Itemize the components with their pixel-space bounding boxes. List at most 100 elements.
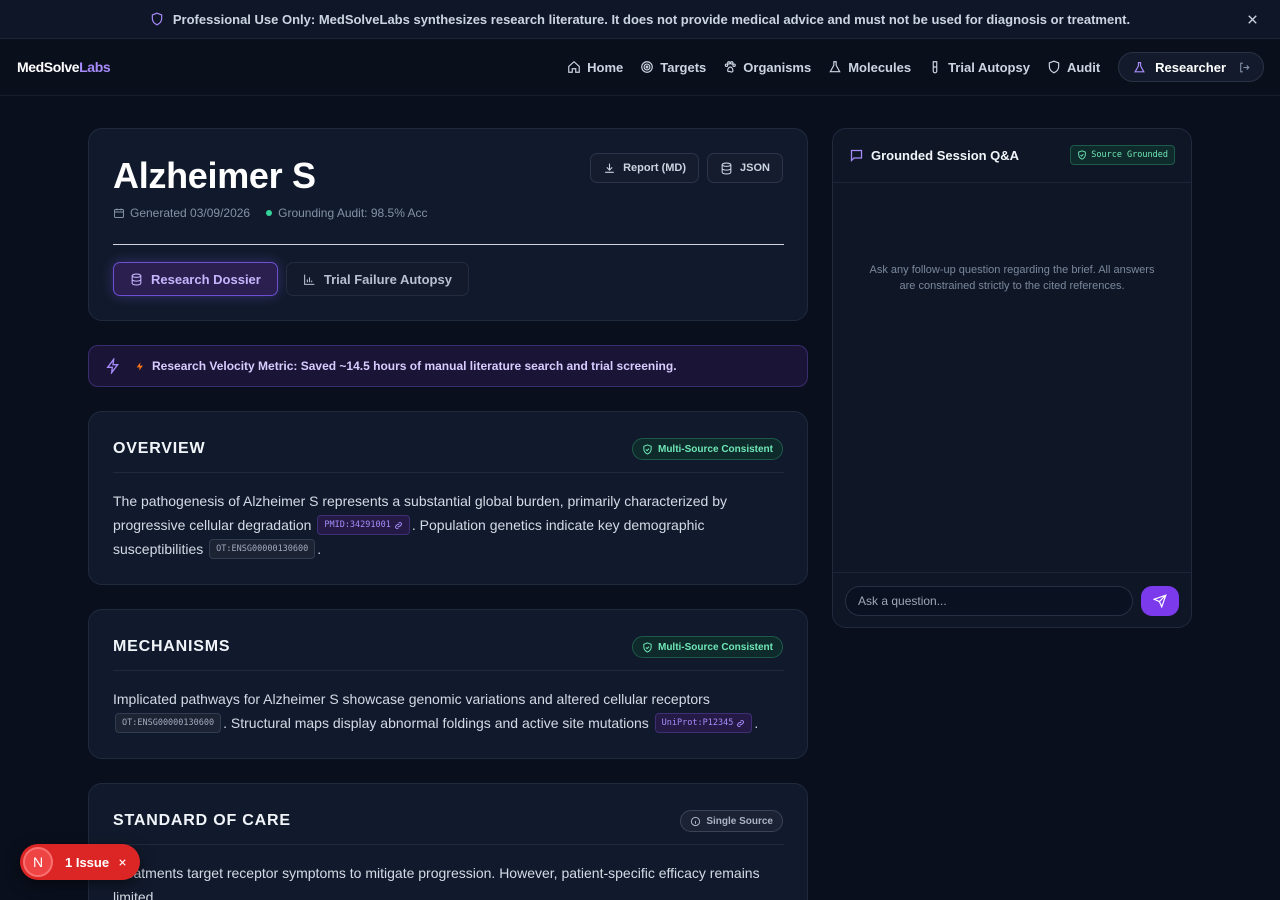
report-md-label: Report (MD) [623,162,687,174]
source-grounded-badge: Source Grounded [1070,145,1175,165]
badge-label: Multi-Source Consistent [657,443,773,455]
citation-ot[interactable]: OT:ENSG00000130600 [209,539,316,560]
disclaimer-banner: Professional Use Only: MedSolveLabs synt… [0,0,1280,39]
user-role-pill[interactable]: Researcher [1118,52,1264,82]
paw-icon [723,60,743,74]
tab-label: Trial Failure Autopsy [323,271,452,287]
shield-check-icon [642,443,658,455]
section-body: Treatments target receptor symptoms to m… [113,861,793,900]
citation-ot[interactable]: OT:ENSG00000130600 [115,713,222,734]
close-icon[interactable] [117,857,128,868]
grounding-audit: Grounding Audit: 98.5% Acc [278,206,428,220]
shield-check-icon [1077,150,1091,160]
send-button[interactable] [1141,586,1179,616]
home-icon [567,60,587,74]
single-source-badge: Single Source [680,810,783,832]
link-icon [733,719,745,728]
nav-link-label: Audit [1066,59,1101,75]
tab-trial-failure-autopsy[interactable]: Trial Failure Autopsy [285,262,469,296]
issue-count: 1 Issue [65,854,110,870]
json-button[interactable]: JSON [707,153,783,183]
citation-label: UniProt:P12345 [661,718,734,729]
bar-chart-icon [303,273,324,286]
nav-link-organisms[interactable]: Organisms [723,60,811,75]
avatar: N [23,847,53,877]
info-icon [690,816,706,827]
shield-icon [1047,60,1067,74]
consistency-badge: Multi-Source Consistent [631,438,783,460]
tab-research-dossier[interactable]: Research Dossier [113,262,278,296]
citation-uniprot[interactable]: UniProt:P12345 [654,713,753,734]
page-title: Alzheimer S [113,155,316,196]
link-icon [391,521,403,530]
logout-icon[interactable] [1238,61,1251,74]
divider [113,844,784,845]
bolt-icon [105,358,121,374]
json-label: JSON [740,162,770,174]
target-icon [640,60,660,74]
citation-label: PMID:34291001 [324,520,391,531]
database-icon [130,273,151,286]
user-role-label: Researcher [1155,59,1226,75]
qa-title-label: Grounded Session Q&A [871,148,1020,163]
divider [113,244,784,245]
section-body: The pathogenesis of Alzheimer S represen… [113,489,793,561]
qa-footer [833,572,1191,627]
velocity-text: Research Velocity Metric: Saved ~14.5 ho… [152,359,677,373]
test-tube-icon [928,60,948,74]
database-icon [720,162,740,175]
section-title: OVERVIEW [113,440,206,457]
brief-header-card: Alzheimer S Generated 03/09/2026 Groundi… [88,128,808,321]
nav-link-targets[interactable]: Targets [640,60,706,75]
nav-link-label: Trial Autopsy [948,59,1030,75]
qa-header: Grounded Session Q&A Source Grounded [833,129,1191,183]
nav-link-label: Home [587,59,624,75]
status-dot [266,210,273,216]
badge-label: Single Source [706,815,773,827]
calendar-icon [113,207,130,219]
velocity-metric-banner: Research Velocity Metric: Saved ~14.5 ho… [88,345,808,387]
generated-date: Generated 03/09/2026 [130,206,251,220]
shield-icon [150,12,164,26]
logo[interactable]: MedSolveLabs [17,59,111,75]
body-text: . [754,715,759,731]
body-text: Treatments target receptor symptoms to m… [113,865,760,900]
nav-link-home[interactable]: Home [567,60,623,75]
citation-label: OT:ENSG00000130600 [122,718,215,729]
nav-link-label: Organisms [743,59,812,75]
question-input[interactable] [845,586,1133,616]
citation-label: OT:ENSG00000130600 [216,544,309,555]
nav-link-label: Molecules [848,59,912,75]
nav-links: Home Targets Organisms Molecules Trial A… [550,52,1264,82]
body-text: . [317,541,322,557]
flask-icon [1133,61,1155,74]
section-title: MECHANISMS [113,638,231,655]
divider [113,670,784,671]
qa-title: Grounded Session Q&A [849,148,1019,163]
nav-link-molecules[interactable]: Molecules [828,60,911,75]
mechanisms-section: MECHANISMS Multi-Source Consistent Impli… [88,609,808,759]
shield-check-icon [642,641,658,653]
badge-label: Multi-Source Consistent [657,641,773,653]
badge-label: Source Grounded [1091,150,1168,160]
divider [113,472,784,473]
chat-icon [849,148,871,163]
logo-accent: Labs [79,59,111,75]
brief-tabs: Research Dossier Trial Failure Autopsy [113,262,477,296]
citation-pmid[interactable]: PMID:34291001 [317,515,410,536]
report-md-button[interactable]: Report (MD) [590,153,700,183]
tab-label: Research Dossier [151,271,261,287]
top-nav: MedSolveLabs Home Targets Organisms Mole… [0,39,1280,96]
standard-of-care-section: STANDARD OF CARE Single Source Treatment… [88,783,808,900]
overview-section: OVERVIEW Multi-Source Consistent The pat… [88,411,808,585]
close-icon[interactable] [1245,12,1260,27]
issues-pill[interactable]: N 1 Issue [20,844,141,880]
nav-link-trial-autopsy[interactable]: Trial Autopsy [928,60,1030,75]
nav-link-audit[interactable]: Audit [1047,60,1100,75]
disclaimer-text: Professional Use Only: MedSolveLabs synt… [172,11,1131,27]
export-buttons: Report (MD) JSON [582,153,783,183]
body-text: Implicated pathways for Alzheimer S show… [113,691,710,707]
qa-empty-state: Ask any follow-up question regarding the… [869,264,1155,292]
brief-meta: Generated 03/09/2026 Grounding Audit: 98… [113,206,428,220]
section-body: Implicated pathways for Alzheimer S show… [113,687,793,735]
